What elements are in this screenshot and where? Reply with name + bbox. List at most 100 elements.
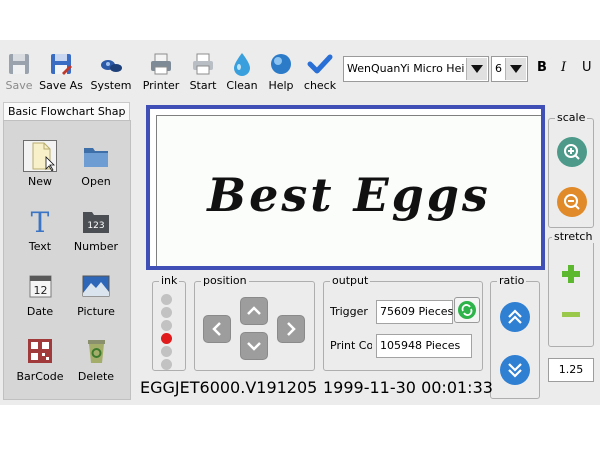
font-family-select[interactable]: WenQuanYi Micro Hei xyxy=(343,56,489,82)
chevron-up-icon xyxy=(247,306,261,315)
ink-level-dot xyxy=(161,333,172,344)
svg-text:T: T xyxy=(31,206,50,236)
floppy-disk-edit-icon xyxy=(51,54,72,75)
chevron-right-icon xyxy=(287,322,296,336)
ink-level-dot xyxy=(161,294,172,305)
italic-button[interactable]: I xyxy=(561,60,566,75)
date-icon-text: 12 xyxy=(34,284,48,297)
font-family-value: WenQuanYi Micro Hei xyxy=(347,62,465,75)
water-drop-icon xyxy=(234,53,250,76)
floppy-disk-icon xyxy=(9,54,29,74)
ink-group: ink xyxy=(152,274,186,371)
printer-icon xyxy=(151,53,171,75)
zoom-in-icon xyxy=(564,144,580,160)
tab-basic-flowchart-shapes[interactable]: Basic Flowchart Shap xyxy=(3,102,130,120)
print-canvas[interactable]: Best Eggs xyxy=(146,105,545,270)
print-count-label: Print Cou xyxy=(330,339,372,352)
help-globe-icon xyxy=(271,54,291,74)
ink-level-dot xyxy=(161,359,172,370)
chevron-down-icon[interactable] xyxy=(466,58,487,80)
move-right-button[interactable] xyxy=(277,315,305,343)
move-left-button[interactable] xyxy=(203,315,231,343)
shape-picture-label: Picture xyxy=(77,305,115,318)
check-label: check xyxy=(303,79,337,92)
stretch-increase-button[interactable] xyxy=(560,263,582,285)
shape-text-label: Text xyxy=(28,240,52,253)
bold-button[interactable]: B xyxy=(537,60,547,75)
reset-count-button[interactable] xyxy=(454,297,480,323)
shape-text[interactable]: T Text xyxy=(10,206,70,264)
underline-button[interactable]: U xyxy=(582,60,592,75)
ink-level-dot xyxy=(161,307,172,318)
trash-recycle-icon xyxy=(88,340,105,363)
zoom-out-button[interactable] xyxy=(557,187,587,217)
ratio-down-button[interactable] xyxy=(500,355,530,385)
shape-picture[interactable]: Picture xyxy=(66,271,126,329)
canvas-text-object[interactable]: Best Eggs xyxy=(157,168,541,222)
double-chevron-down-icon xyxy=(508,363,522,378)
double-chevron-up-icon xyxy=(508,309,522,324)
shape-date[interactable]: 12 Date xyxy=(10,271,70,329)
shape-date-label: Date xyxy=(26,305,54,318)
ink-level-dot xyxy=(161,320,172,331)
position-title: position xyxy=(201,274,249,287)
minus-icon xyxy=(562,312,580,317)
printer-label: Printer xyxy=(142,79,180,92)
move-down-button[interactable] xyxy=(240,332,268,360)
ratio-title: ratio xyxy=(497,274,527,287)
output-group: output Trigger C 75609 Pieces Print Cou … xyxy=(323,274,483,371)
plus-icon xyxy=(562,265,580,283)
chevron-down-icon xyxy=(247,342,261,351)
chevron-down-icon[interactable] xyxy=(505,58,526,80)
ratio-up-button[interactable] xyxy=(500,302,530,332)
trigger-count-field[interactable]: 75609 Pieces xyxy=(376,300,453,324)
folder-icon xyxy=(84,148,108,167)
canvas-area[interactable]: Best Eggs xyxy=(156,115,541,266)
shapes-tab-bar: Basic Flowchart Shap xyxy=(3,102,130,120)
system-button[interactable]: System xyxy=(87,49,135,95)
stretch-group: stretch xyxy=(548,230,595,347)
picture-landscape-icon xyxy=(82,275,110,297)
check-button[interactable]: check xyxy=(296,49,344,95)
shape-barcode[interactable]: BarCode xyxy=(10,336,70,394)
output-title: output xyxy=(330,274,371,287)
barcode-icon xyxy=(28,339,52,363)
save-as-label: Save As xyxy=(39,79,83,92)
stretch-decrease-button[interactable] xyxy=(560,310,582,320)
shape-number-label: Number xyxy=(73,240,119,253)
print-count-field[interactable]: 105948 Pieces xyxy=(376,334,472,358)
shape-delete-label: Delete xyxy=(77,370,115,383)
system-gear-icon xyxy=(101,60,122,72)
move-up-button[interactable] xyxy=(240,297,268,325)
printer-button[interactable]: Printer xyxy=(137,49,185,95)
zoom-in-button[interactable] xyxy=(557,137,587,167)
calendar-icon: 12 xyxy=(29,275,52,298)
print-count-row: Print Cou 105948 Pieces xyxy=(330,334,480,358)
shape-delete[interactable]: Delete xyxy=(66,336,126,394)
shapes-panel: New Open T Text 123 Number 12 Date Pictu… xyxy=(3,120,131,400)
number-icon: 123 xyxy=(83,212,109,233)
app-window: Save Save As System Printer Start Clean … xyxy=(0,40,600,405)
firmware-version: EGGJET6000.V191205 xyxy=(140,378,318,397)
status-datetime: 1999-11-30 00:01:33 xyxy=(323,378,493,397)
start-print-icon xyxy=(193,53,213,75)
ink-level-dot xyxy=(161,346,172,357)
stretch-value-field[interactable]: 1.25 xyxy=(548,358,594,382)
number-icon-text: 123 xyxy=(87,221,104,231)
recycle-icon xyxy=(458,301,476,319)
scale-title: scale xyxy=(555,111,588,124)
checkmark-icon xyxy=(307,54,333,74)
stretch-title: stretch xyxy=(552,230,595,243)
save-as-button[interactable]: Save As xyxy=(37,49,85,95)
shape-open[interactable]: Open xyxy=(66,141,126,199)
shape-number[interactable]: 123 Number xyxy=(66,206,126,264)
system-label: System xyxy=(90,79,132,92)
shape-new[interactable]: New xyxy=(10,140,70,199)
shape-barcode-label: BarCode xyxy=(16,370,64,383)
trigger-count-label: Trigger C xyxy=(330,305,372,318)
scale-group: scale xyxy=(548,111,594,228)
shape-new-label: New xyxy=(28,175,52,188)
font-size-select[interactable]: 6 xyxy=(491,56,528,82)
zoom-out-icon xyxy=(564,194,580,210)
font-size-value: 6 xyxy=(495,62,502,75)
